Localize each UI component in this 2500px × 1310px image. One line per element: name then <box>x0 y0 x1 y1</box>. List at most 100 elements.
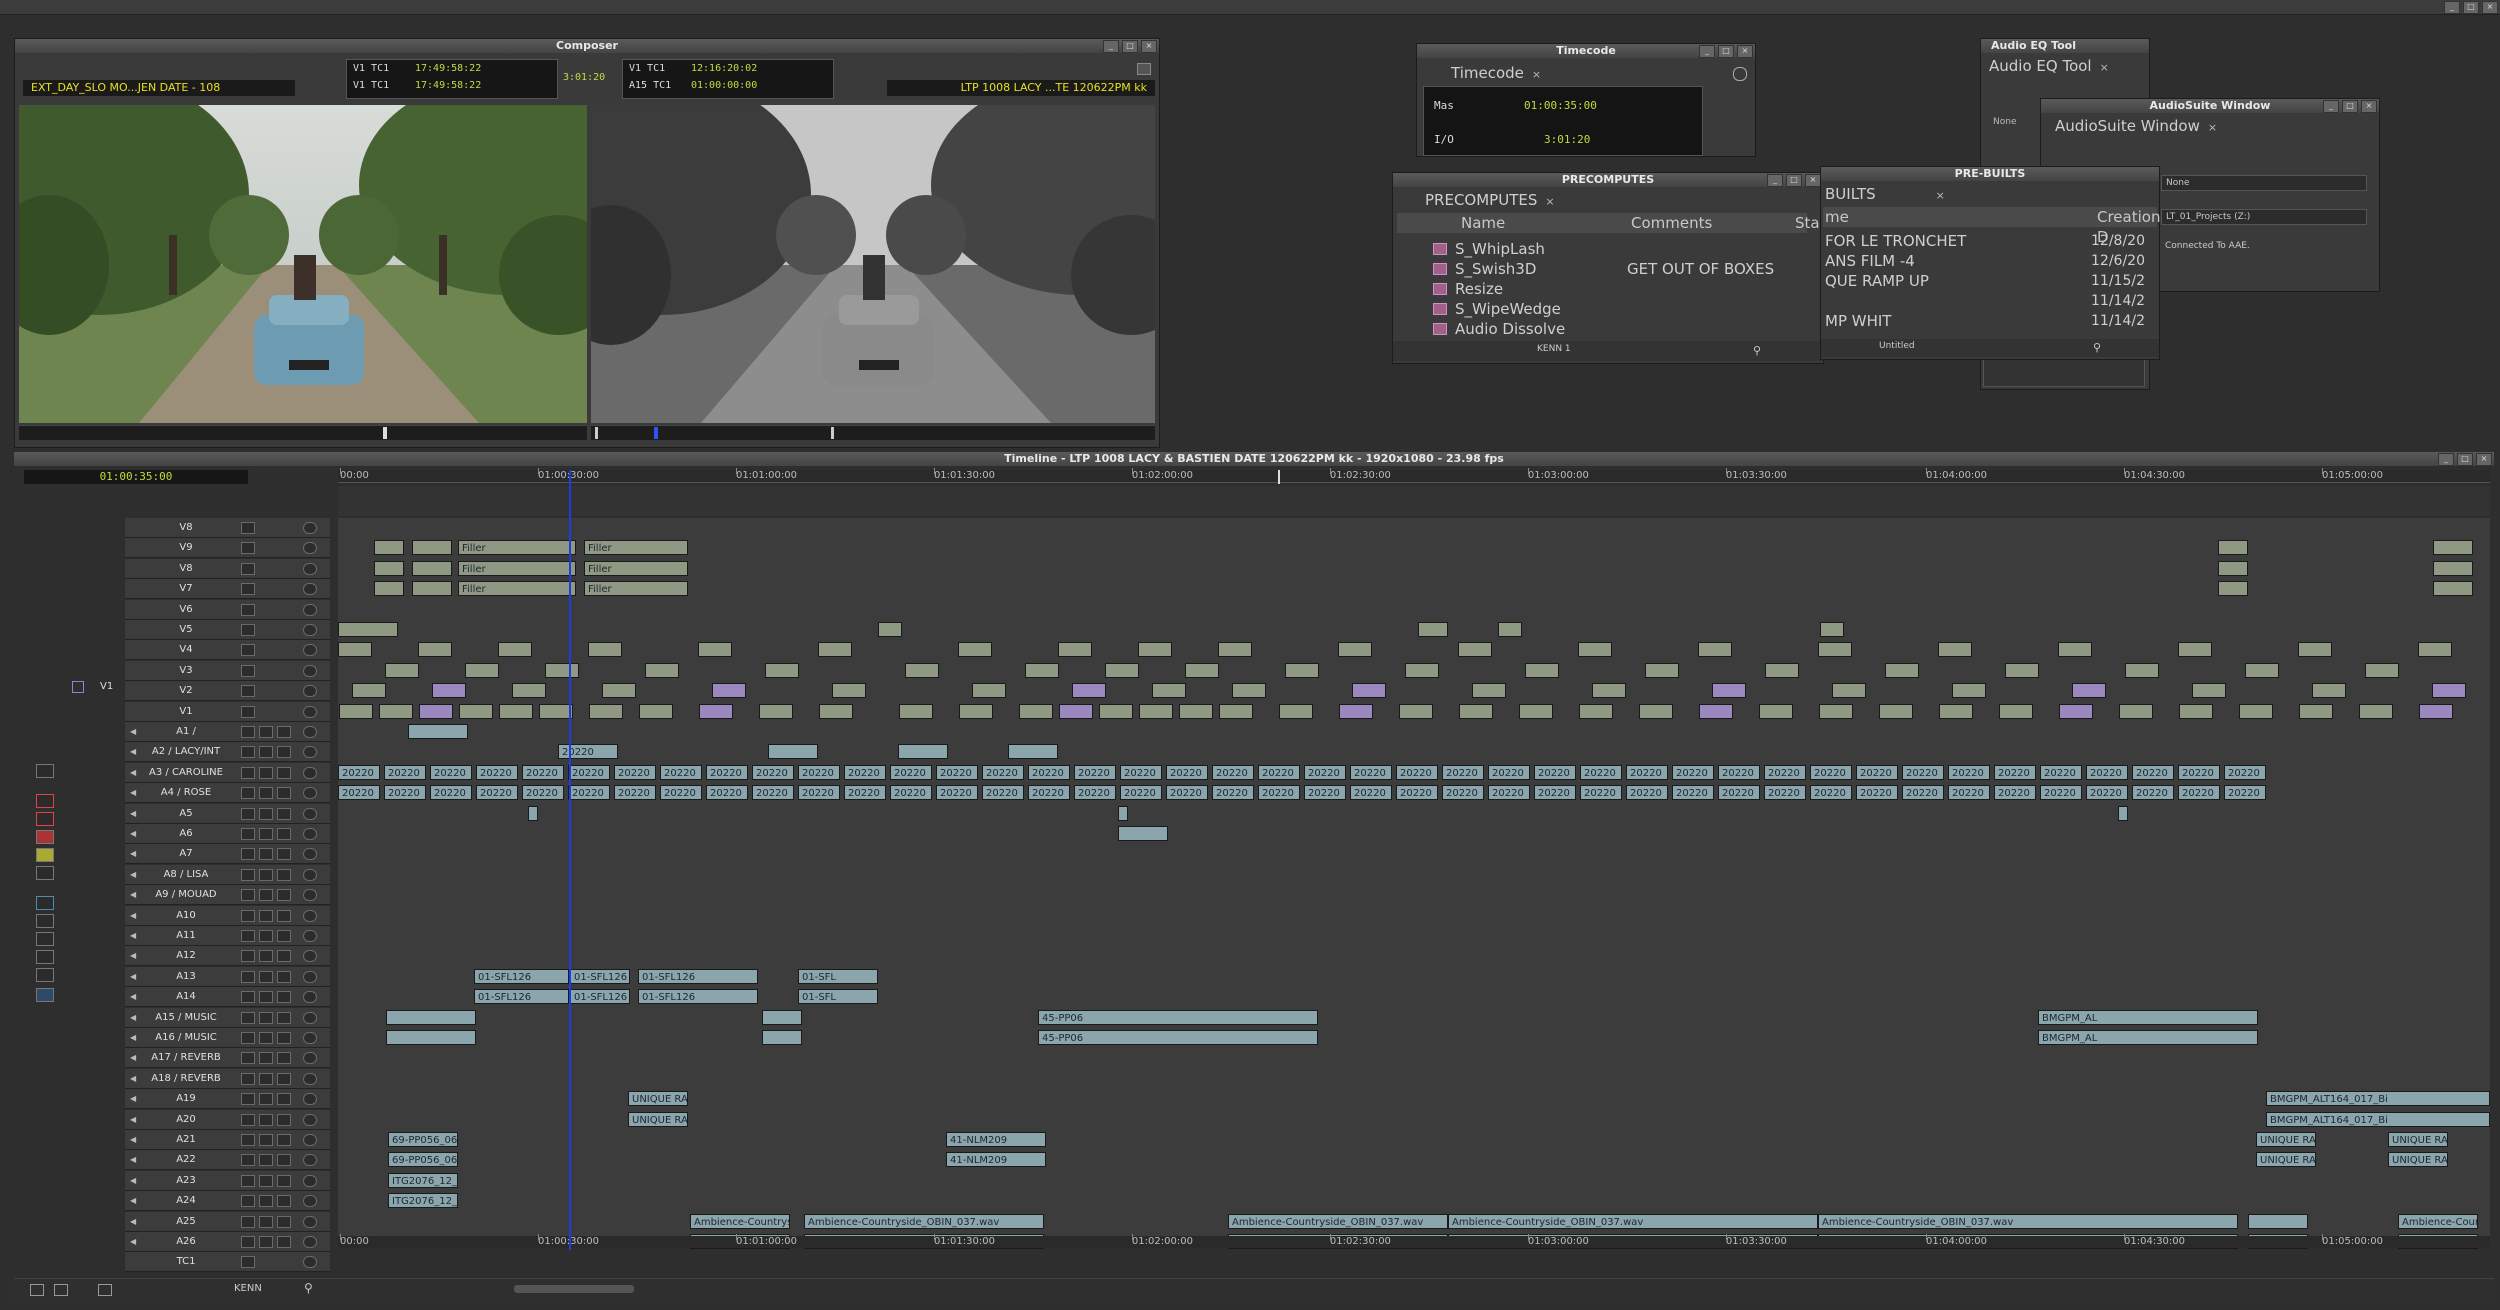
timeline-clip[interactable]: 20220 <box>1718 785 1760 801</box>
timeline-clip[interactable] <box>762 1009 802 1025</box>
track-monitor-icon[interactable] <box>303 970 317 983</box>
track-lock-icon[interactable] <box>241 603 255 616</box>
timecode-options-icon[interactable] <box>1733 67 1747 81</box>
track-header[interactable]: ◀ A21 <box>125 1130 330 1150</box>
track-expand-icon[interactable]: ◀ <box>130 844 136 863</box>
mark-clip-icon[interactable] <box>36 812 54 826</box>
track-solo-icon[interactable] <box>259 1134 273 1146</box>
timeline-clip[interactable]: 41-NLM209 <box>946 1152 1046 1168</box>
timeline-clip[interactable]: Ambience-Countryside_OBIN_037.wav <box>1448 1213 1818 1229</box>
timeline-clip[interactable] <box>588 642 622 658</box>
track-header[interactable]: V6 <box>125 599 330 620</box>
timeline-clip[interactable]: 69-PP056_06_ <box>388 1152 458 1168</box>
timeline-clip[interactable]: 20220 <box>936 764 978 780</box>
timeline-clip[interactable] <box>589 703 623 719</box>
track-monitor-icon[interactable] <box>303 1154 317 1167</box>
timeline-clip[interactable] <box>1185 662 1219 678</box>
minimize-icon[interactable]: _ <box>2444 1 2460 14</box>
track-monitor-icon[interactable] <box>303 848 317 861</box>
search-icon[interactable]: ⚲ <box>1753 344 1761 357</box>
timeline-clip[interactable] <box>419 703 453 719</box>
bin-item-name[interactable]: QUE RAMP UP <box>1825 271 1929 291</box>
timeline-clip[interactable]: 20220 <box>2040 785 2082 801</box>
track-monitor-icon[interactable] <box>303 664 317 677</box>
timeline-clip[interactable] <box>832 683 866 699</box>
maximize-icon[interactable]: □ <box>2463 1 2479 14</box>
track-mute-icon[interactable] <box>277 746 291 759</box>
timeline-clip[interactable] <box>2299 703 2333 719</box>
timeline-clip[interactable] <box>1418 622 1448 637</box>
timeline-clip[interactable] <box>2125 662 2159 678</box>
timeline-clip[interactable]: 20220 <box>1764 785 1806 801</box>
timeline-clip[interactable] <box>898 744 948 760</box>
timeline-clip[interactable] <box>765 662 799 678</box>
timeline-clip[interactable]: 20220 <box>522 764 564 780</box>
track-monitor-icon[interactable] <box>303 1215 317 1228</box>
track-expand-icon[interactable]: ◀ <box>130 967 136 986</box>
timeline-clip[interactable]: 20220 <box>1488 764 1530 780</box>
track-mute-icon[interactable] <box>277 726 291 738</box>
track-solo-icon[interactable] <box>259 930 273 942</box>
timeline-clip[interactable] <box>528 805 538 821</box>
timeline-scroll-bar[interactable] <box>514 1285 634 1293</box>
track-lock-icon[interactable] <box>241 848 255 861</box>
timeline-clip[interactable]: Ambience-Countrysi <box>690 1213 790 1229</box>
timeline-clip[interactable] <box>1138 642 1172 658</box>
track-monitor-icon[interactable] <box>303 1134 317 1146</box>
timeline-clip[interactable] <box>352 683 386 699</box>
source-clip-menu[interactable]: EXT_DAY_SLO MO...JEN DATE - 108 <box>23 80 295 96</box>
project-select[interactable]: LT_01_Projects (Z:) <box>2161 209 2367 225</box>
timeline-clip[interactable] <box>1519 703 1553 719</box>
timeline-clip[interactable]: 20220 <box>1350 785 1392 801</box>
track-monitor-icon[interactable] <box>303 1093 317 1106</box>
timeline-clip[interactable]: 20220 <box>1948 785 1990 801</box>
timeline-clip[interactable]: 20220 <box>1718 764 1760 780</box>
timeline-clip[interactable] <box>602 683 636 699</box>
timeline-clip[interactable] <box>338 622 398 637</box>
timeline-clip[interactable]: 01-SFL126 <box>570 989 630 1005</box>
maximize-icon[interactable]: □ <box>1786 174 1802 187</box>
track-mute-icon[interactable] <box>277 1052 291 1065</box>
timeline-clip[interactable] <box>2192 683 2226 699</box>
track-monitor-icon[interactable] <box>303 1072 317 1085</box>
bin-user-select[interactable]: KENN 1 <box>1537 344 1571 354</box>
track-header[interactable]: ◀ A3 / CAROLINE <box>125 762 330 783</box>
track-header[interactable]: ◀ A9 / MOUAD <box>125 885 330 906</box>
timeline-clip[interactable]: 20220 <box>614 785 656 801</box>
track-lock-icon[interactable] <box>241 889 255 902</box>
timeline-clip[interactable]: 45-PP06 <box>1038 1030 1318 1045</box>
timeline-clip[interactable]: 20220 <box>1534 785 1576 801</box>
track-monitor-icon[interactable] <box>303 1052 317 1065</box>
track-solo-icon[interactable] <box>259 950 273 963</box>
timeline-clip[interactable] <box>2433 540 2473 556</box>
timeline-clip[interactable] <box>1405 662 1439 678</box>
tc-row-label[interactable]: I/O <box>1434 133 1454 146</box>
track-header[interactable]: V8 <box>125 518 330 538</box>
timeline-clip[interactable] <box>2059 703 2093 719</box>
timeline-clip[interactable]: 41-NLM209 <box>946 1132 1046 1147</box>
timeline-clip[interactable] <box>712 683 746 699</box>
source-track-selector[interactable] <box>72 681 84 693</box>
timeline-clip[interactable] <box>2298 642 2332 658</box>
track-lock-icon[interactable] <box>241 1215 255 1228</box>
timeline-clip[interactable] <box>2218 581 2248 597</box>
track-header[interactable]: ◀ A26 <box>125 1232 330 1252</box>
timeline-clip[interactable] <box>379 703 413 719</box>
track-solo-icon[interactable] <box>259 1011 273 1024</box>
timeline-clip[interactable] <box>2119 703 2153 719</box>
timeline-clip[interactable]: Filler <box>584 540 688 556</box>
bin-item[interactable]: Audio Dissolve <box>1433 319 1565 339</box>
timeline-clip[interactable] <box>1279 703 1313 719</box>
timeline-clip[interactable]: 20220 <box>1764 764 1806 780</box>
track-mute-icon[interactable] <box>277 1093 291 1106</box>
timeline-clip[interactable] <box>2418 642 2452 658</box>
lift-icon[interactable] <box>36 914 54 928</box>
clip-icon[interactable] <box>36 866 54 880</box>
timeline-clip[interactable] <box>1952 683 1986 699</box>
timeline-clip[interactable] <box>2239 703 2273 719</box>
track-expand-icon[interactable]: ◀ <box>130 1212 136 1231</box>
timeline-clip[interactable] <box>374 560 404 576</box>
timeline-clip[interactable] <box>899 703 933 719</box>
timeline-clip[interactable]: 20220 <box>1534 764 1576 780</box>
timeline-clip[interactable] <box>1118 805 1128 821</box>
